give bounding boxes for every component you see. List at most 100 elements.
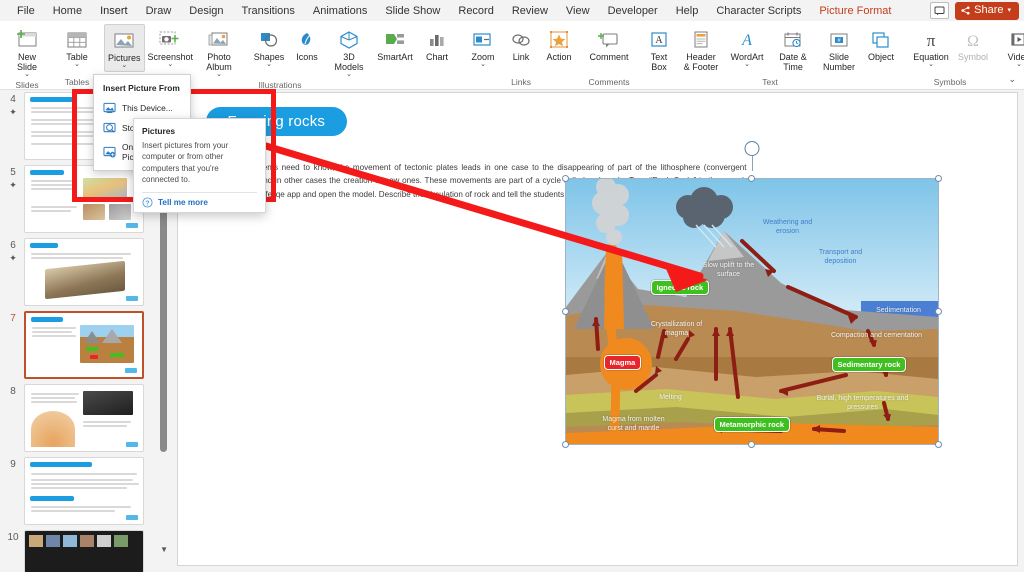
thumbnail-row[interactable]: 7 bbox=[0, 311, 170, 379]
zoom-icon bbox=[472, 26, 494, 50]
thumbnail-slide-10[interactable] bbox=[24, 530, 144, 572]
menu-option-this-device[interactable]: This Device... bbox=[94, 98, 190, 118]
thumb-image bbox=[83, 178, 127, 202]
thumbnail-slide-6[interactable] bbox=[24, 238, 144, 306]
resize-handle-w[interactable] bbox=[562, 308, 569, 315]
slide-canvas[interactable]: Forming rocks As the students need to kn… bbox=[177, 92, 1018, 566]
menu-item-developer[interactable]: Developer bbox=[599, 1, 667, 21]
photo-album-caret-icon[interactable]: ⌄ bbox=[216, 72, 222, 78]
new-slide-icon bbox=[15, 26, 39, 50]
tell-me-more-link[interactable]: ? Tell me more bbox=[142, 197, 257, 208]
menu-item-transitions[interactable]: Transitions bbox=[233, 1, 304, 21]
text-box-button[interactable]: A Text Box bbox=[640, 24, 678, 74]
header-footer-button[interactable]: Header & Footer bbox=[678, 24, 724, 74]
shapes-button[interactable]: Shapes ⌄ bbox=[250, 24, 288, 70]
thumbnail-number: 9 bbox=[10, 459, 16, 470]
equation-caret-icon[interactable]: ⌄ bbox=[928, 62, 934, 68]
new-slide-caret-icon[interactable]: ⌄ bbox=[24, 72, 30, 78]
thumbnail-slide-5[interactable] bbox=[24, 165, 144, 233]
screenshot-caret-icon[interactable]: ⌄ bbox=[167, 62, 173, 68]
video-button[interactable]: Video ⌄ bbox=[1000, 24, 1024, 70]
zoom-caret-icon[interactable]: ⌄ bbox=[480, 62, 486, 68]
thumb-image bbox=[45, 261, 125, 299]
menu-item-picture-format[interactable]: Picture Format bbox=[810, 1, 900, 21]
thumbnail-number-area: 4 ✦ bbox=[2, 92, 24, 160]
date-time-button[interactable]: Date & Time bbox=[770, 24, 816, 74]
share-label: Share bbox=[974, 4, 1003, 16]
shapes-caret-icon[interactable]: ⌄ bbox=[266, 62, 272, 68]
menu-item-view[interactable]: View bbox=[557, 1, 599, 21]
menu-item-file[interactable]: File bbox=[8, 1, 44, 21]
thumb-title-bar bbox=[30, 170, 64, 175]
menu-item-animations[interactable]: Animations bbox=[304, 1, 376, 21]
menu-item-slide-show[interactable]: Slide Show bbox=[376, 1, 449, 21]
thumbnail-row[interactable]: 9 bbox=[0, 457, 170, 525]
video-caret-icon[interactable]: ⌄ bbox=[1016, 62, 1022, 68]
resize-handle-nw[interactable] bbox=[562, 175, 569, 182]
equation-button[interactable]: π Equation ⌄ bbox=[908, 24, 954, 70]
chart-button[interactable]: Chart bbox=[418, 24, 456, 64]
thumbnail-slide-7[interactable] bbox=[24, 311, 144, 379]
symbol-button[interactable]: Ω Symbol bbox=[954, 24, 992, 64]
label-compaction-cementation: Compaction and cementation bbox=[822, 332, 932, 341]
icons-button[interactable]: Icons bbox=[288, 24, 326, 64]
wordart-button[interactable]: A WordArt ⌄ bbox=[724, 24, 770, 70]
3d-models-caret-icon[interactable]: ⌄ bbox=[346, 72, 352, 78]
resize-handle-s[interactable] bbox=[748, 441, 755, 448]
header-footer-icon bbox=[690, 26, 712, 50]
menu-item-draw[interactable]: Draw bbox=[137, 1, 181, 21]
menu-item-record[interactable]: Record bbox=[449, 1, 502, 21]
resize-handle-se[interactable] bbox=[935, 441, 942, 448]
share-button[interactable]: Share ▾ bbox=[955, 2, 1019, 20]
resize-handle-n[interactable] bbox=[748, 175, 755, 182]
slide-number-button[interactable]: # Slide Number bbox=[816, 24, 862, 74]
comment-button[interactable]: Comment bbox=[586, 24, 632, 64]
new-slide-button[interactable]: New Slide ⌄ bbox=[4, 24, 50, 80]
thumbnail-number-area: 9 bbox=[2, 457, 24, 525]
thumbnail-row[interactable]: 8 bbox=[0, 384, 170, 452]
icons-icon bbox=[296, 26, 318, 50]
menu-item-help[interactable]: Help bbox=[667, 1, 708, 21]
thumbnail-slide-9[interactable] bbox=[24, 457, 144, 525]
thumbnail-slide-8[interactable] bbox=[24, 384, 144, 452]
wordart-caret-icon[interactable]: ⌄ bbox=[744, 62, 750, 68]
menu-bar-right: Share ▾ bbox=[930, 2, 1024, 20]
ribbon-collapse-button[interactable]: ⌄ bbox=[1008, 74, 1016, 85]
thumb-title-bar bbox=[30, 496, 74, 501]
table-caret-icon[interactable]: ⌄ bbox=[74, 62, 80, 68]
menu-item-insert[interactable]: Insert bbox=[91, 1, 137, 21]
menu-item-home[interactable]: Home bbox=[44, 1, 91, 21]
photo-album-button[interactable]: Photo Album ⌄ bbox=[196, 24, 242, 80]
thumbnail-scrollbar-thumb[interactable] bbox=[160, 182, 167, 452]
smartart-button[interactable]: SmartArt bbox=[372, 24, 418, 64]
zoom-button[interactable]: Zoom ⌄ bbox=[464, 24, 502, 70]
comments-button[interactable] bbox=[930, 2, 949, 19]
menu-item-character-scripts[interactable]: Character Scripts bbox=[707, 1, 810, 21]
screenshot-button[interactable]: Screenshot ⌄ bbox=[145, 24, 197, 70]
text-box-label: Text Box bbox=[651, 52, 668, 72]
svg-text:A: A bbox=[655, 35, 663, 46]
thumb-title-bar bbox=[31, 317, 63, 322]
pictures-icon bbox=[113, 27, 135, 51]
link-button[interactable]: Link bbox=[502, 24, 540, 64]
pictures-button[interactable]: Pictures ⌄ bbox=[104, 24, 145, 72]
thumbnail-row[interactable]: 6 ✦ bbox=[0, 238, 170, 306]
thumbnail-scroll-down-arrow[interactable]: ▼ bbox=[160, 545, 168, 554]
table-button[interactable]: Table ⌄ bbox=[58, 24, 96, 70]
comment-icon bbox=[597, 26, 621, 50]
thumbnail-row[interactable]: 10 bbox=[0, 530, 170, 572]
3d-models-label: 3D Models bbox=[335, 52, 364, 72]
object-button[interactable]: Object bbox=[862, 24, 900, 64]
resize-handle-e[interactable] bbox=[935, 308, 942, 315]
action-button[interactable]: Action bbox=[540, 24, 578, 64]
ribbon-group-label-links: Links bbox=[460, 77, 582, 90]
3d-models-button[interactable]: 3D Models ⌄ bbox=[326, 24, 372, 80]
rotate-handle[interactable] bbox=[744, 141, 759, 156]
resize-handle-sw[interactable] bbox=[562, 441, 569, 448]
menu-item-review[interactable]: Review bbox=[503, 1, 557, 21]
selected-picture-object[interactable]: Weathering and erosion Transport and dep… bbox=[566, 179, 938, 444]
resize-handle-ne[interactable] bbox=[935, 175, 942, 182]
svg-text:Ω: Ω bbox=[967, 33, 979, 50]
pictures-caret-icon[interactable]: ⌄ bbox=[121, 63, 127, 69]
menu-item-design[interactable]: Design bbox=[180, 1, 232, 21]
